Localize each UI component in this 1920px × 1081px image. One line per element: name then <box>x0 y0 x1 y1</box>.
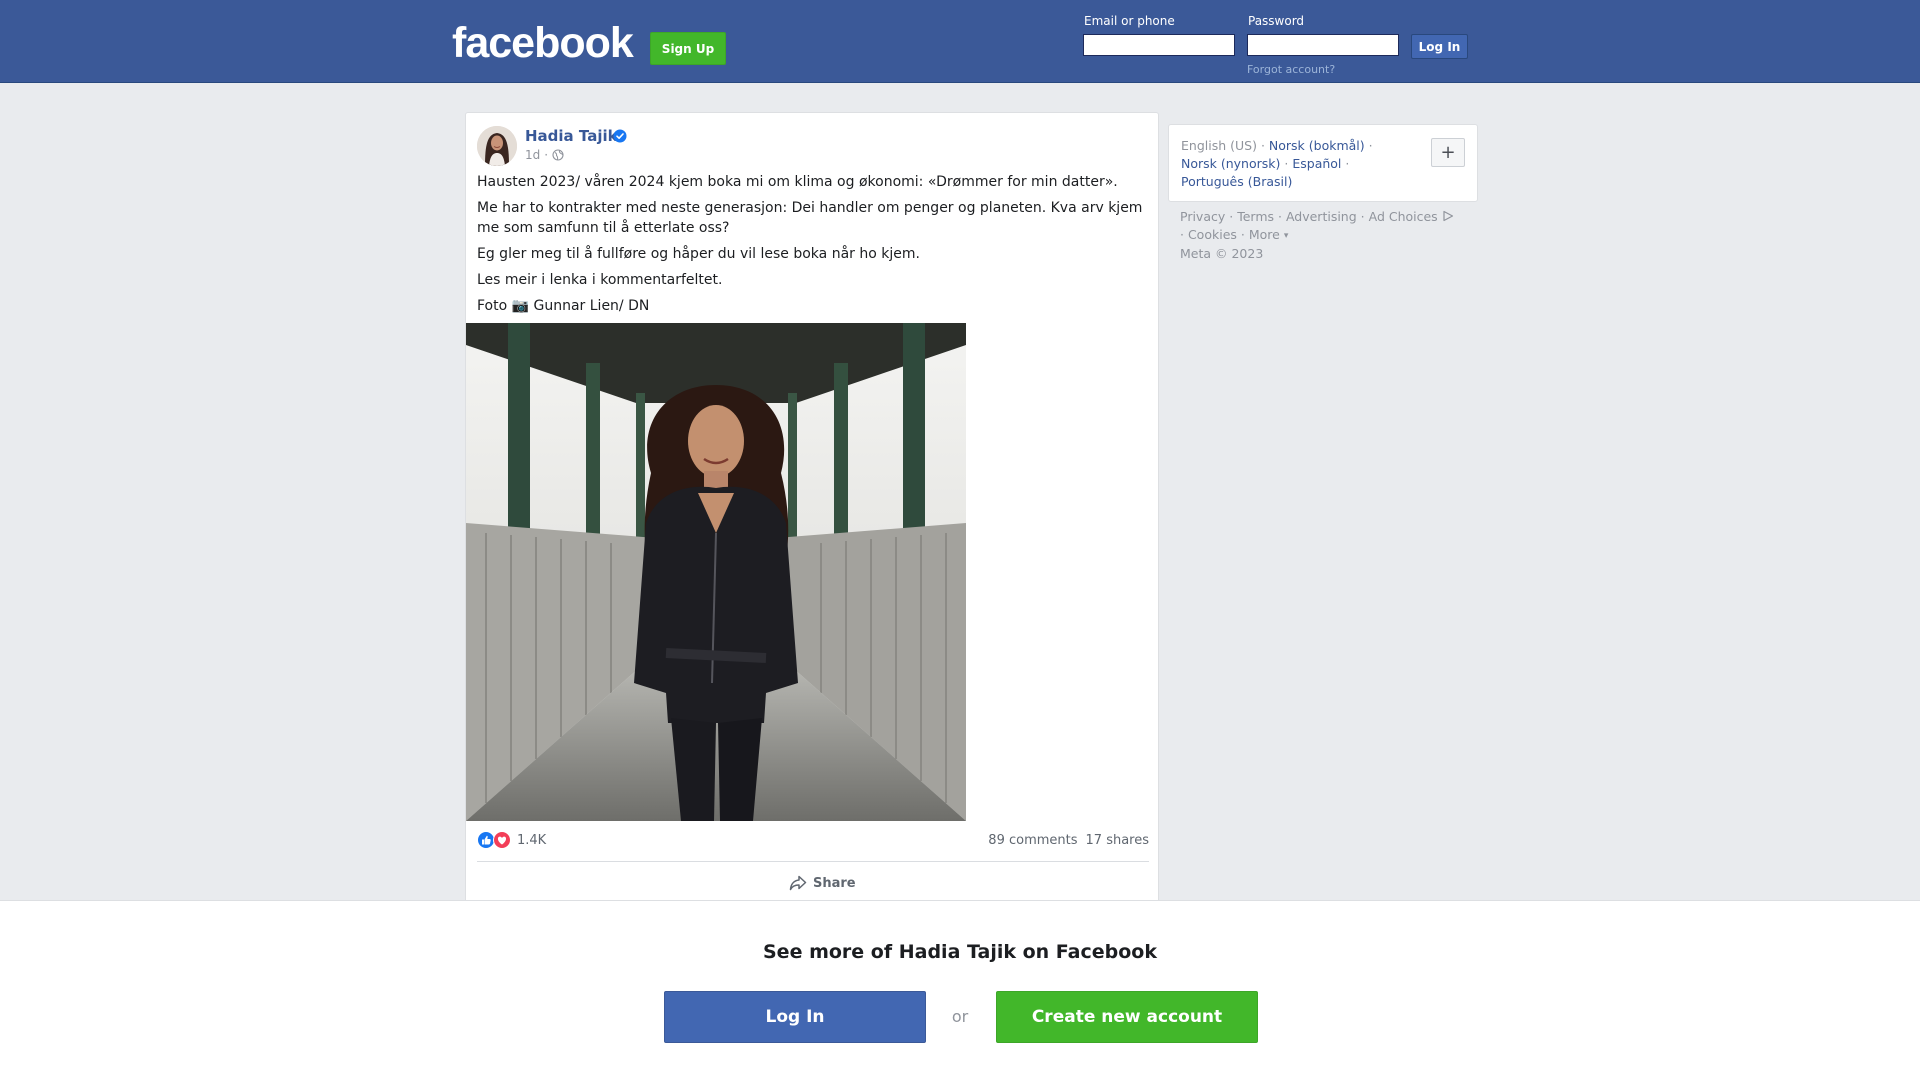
facebook-logo[interactable]: facebook <box>452 22 634 65</box>
share-arrow-icon <box>789 875 807 891</box>
top-navigation-bar: facebook Sign Up Email or phone Password… <box>0 0 1920 83</box>
reaction-icons[interactable] <box>477 831 511 849</box>
separator: · <box>1240 227 1249 242</box>
header-login-button[interactable]: Log In <box>1411 34 1468 59</box>
language-list: English (US) · Norsk (bokmål) · Norsk (n… <box>1181 137 1413 191</box>
footer-links: Privacy · Terms · Advertising · Ad Choic… <box>1180 208 1480 263</box>
post-body: Hausten 2023/ våren 2024 kjem boka mi om… <box>477 172 1149 322</box>
email-field[interactable] <box>1083 34 1235 56</box>
separator: · <box>1229 209 1238 224</box>
avatar[interactable] <box>477 126 517 166</box>
footer-link-terms[interactable]: Terms <box>1237 209 1274 224</box>
engagement-stats: 89 comments 17 shares <box>988 833 1149 848</box>
separator: · <box>1368 138 1373 153</box>
footer-link-advertising[interactable]: Advertising <box>1286 209 1357 224</box>
verified-badge-icon <box>613 129 627 143</box>
banner-login-button[interactable]: Log In <box>664 991 926 1043</box>
post-card: Hadia Tajik 1d · Hausten 2023/ våren 202… <box>465 112 1159 914</box>
author-name-link[interactable]: Hadia Tajik <box>525 127 618 145</box>
language-option-norsk-bokmal[interactable]: Norsk (bokmål) <box>1269 138 1365 153</box>
post-photo[interactable] <box>466 323 966 821</box>
separator: · <box>1360 209 1369 224</box>
email-label: Email or phone <box>1084 14 1175 28</box>
footer-link-cookies[interactable]: Cookies <box>1188 227 1237 242</box>
banner-title: See more of Hadia Tajik on Facebook <box>763 941 1157 963</box>
language-option-espanol[interactable]: Español <box>1292 156 1341 171</box>
password-field[interactable] <box>1247 34 1399 56</box>
login-prompt-banner: See more of Hadia Tajik on Facebook Log … <box>0 900 1920 1081</box>
globe-icon <box>552 149 564 161</box>
post-meta: 1d · <box>525 148 564 162</box>
create-account-button[interactable]: Create new account <box>996 991 1258 1043</box>
or-label: or <box>951 1007 969 1026</box>
share-button[interactable]: Share <box>789 871 856 895</box>
more-languages-button[interactable]: + <box>1431 138 1465 167</box>
language-current: English (US) <box>1181 138 1257 153</box>
reactions-row: 1.4K 89 comments 17 shares <box>477 831 1149 851</box>
reaction-count[interactable]: 1.4K <box>517 833 546 848</box>
love-icon <box>493 831 511 849</box>
ad-choices-icon <box>1443 210 1453 222</box>
copyright: Meta © 2023 <box>1180 246 1264 261</box>
post-paragraph: Les meir i lenka i kommentarfeltet. <box>477 272 723 288</box>
avatar-portrait-image <box>477 126 517 166</box>
more-dropdown-icon[interactable]: ▾ <box>1284 231 1289 241</box>
share-label: Share <box>813 875 856 891</box>
footer-link-more[interactable]: More <box>1249 227 1280 242</box>
post-timestamp[interactable]: 1d <box>525 148 540 162</box>
separator: · <box>1278 209 1286 224</box>
meta-separator: · <box>544 148 549 162</box>
password-label: Password <box>1248 14 1305 28</box>
comments-count-link[interactable]: 89 comments <box>988 833 1077 848</box>
footer-link-privacy[interactable]: Privacy <box>1180 209 1225 224</box>
post-paragraph: Me har to kontrakter med neste generasjo… <box>477 200 1143 236</box>
post-paragraph: Eg gler meg til å fullføre og håper du v… <box>477 246 920 262</box>
footer-link-ad-choices[interactable]: Ad Choices <box>1369 209 1438 224</box>
action-divider <box>477 861 1149 862</box>
language-option-portugues[interactable]: Português (Brasil) <box>1181 174 1292 189</box>
post-paragraph: Foto 📷 Gunnar Lien/ DN <box>477 298 650 314</box>
separator: · <box>1180 227 1188 242</box>
language-selector: English (US) · Norsk (bokmål) · Norsk (n… <box>1168 124 1478 202</box>
sign-up-button[interactable]: Sign Up <box>650 32 726 65</box>
forgot-account-link[interactable]: Forgot account? <box>1247 63 1335 76</box>
portrait-photo-image <box>466 323 966 821</box>
separator: · <box>1260 138 1269 153</box>
language-option-norsk-nynorsk[interactable]: Norsk (nynorsk) <box>1181 156 1280 171</box>
shares-count-link[interactable]: 17 shares <box>1086 833 1149 848</box>
post-paragraph: Hausten 2023/ våren 2024 kjem boka mi om… <box>477 174 1118 190</box>
separator: · <box>1345 156 1350 171</box>
